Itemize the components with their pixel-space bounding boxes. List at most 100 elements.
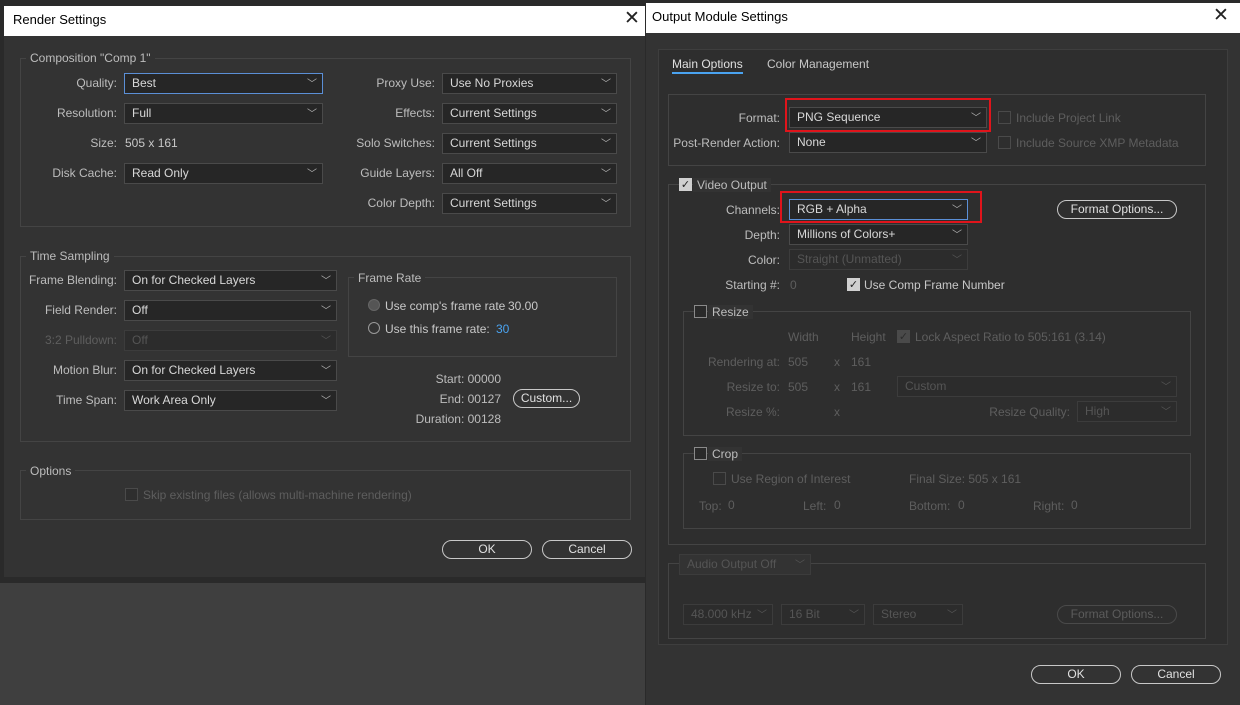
skip-existing-label: Skip existing files (allows multi-machin… [143, 488, 412, 502]
audio-rate-dropdown: 48.000 kHz ﹀ [683, 604, 773, 625]
crop-bottom-value: 0 [958, 498, 965, 512]
color-depth-dropdown[interactable]: Current Settings ﹀ [442, 193, 617, 214]
guide-layers-dropdown[interactable]: All Off ﹀ [442, 163, 617, 184]
solo-switches-label: Solo Switches: [356, 136, 435, 150]
field-render-label: Field Render: [44, 303, 117, 317]
resolution-value: Full [132, 106, 152, 120]
solo-switches-dropdown[interactable]: Current Settings ﹀ [442, 133, 617, 154]
chevron-down-icon: ﹀ [601, 109, 611, 120]
ok-button[interactable]: OK [1031, 665, 1121, 684]
guide-layers-value: All Off [450, 166, 483, 180]
use-comp-frame-number-checkbox[interactable]: ✓ [847, 278, 860, 291]
chevron-down-icon: ﹀ [757, 610, 767, 621]
depth-dropdown[interactable]: Millions of Colors+ ﹀ [789, 224, 968, 245]
guide-layers-label: Guide Layers: [360, 166, 435, 180]
lock-aspect-checkbox: ✓ [897, 330, 910, 343]
tab-main-options[interactable]: Main Options [672, 57, 743, 74]
color-depth-value: Current Settings [450, 196, 537, 210]
render-settings-dialog: Render Settings ✕ Composition "Comp 1" Q… [4, 6, 645, 577]
quality-value: Best [132, 76, 157, 90]
use-comp-rate-radio[interactable] [368, 299, 380, 311]
custom-button[interactable]: Custom... [513, 389, 580, 408]
post-render-dropdown[interactable]: None ﹀ [789, 132, 987, 153]
rendering-at-x: x [834, 355, 840, 369]
field-render-dropdown[interactable]: Off ﹀ [124, 300, 337, 321]
disk-cache-label: Disk Cache: [52, 166, 117, 180]
audio-channels-dropdown: Stereo ﹀ [873, 604, 963, 625]
height-header: Height [851, 330, 886, 344]
resize-preset-dropdown: Custom ﹀ [897, 376, 1177, 397]
crop-top-value: 0 [728, 498, 735, 512]
audio-output-value: Audio Output Off [687, 557, 777, 571]
format-dropdown[interactable]: PNG Sequence ﹀ [789, 107, 987, 128]
effects-value: Current Settings [450, 106, 537, 120]
crop-group [683, 453, 1191, 529]
proxy-use-dropdown[interactable]: Use No Proxies ﹀ [442, 73, 617, 94]
chevron-down-icon: ﹀ [601, 169, 611, 180]
chevron-down-icon: ﹀ [947, 610, 957, 621]
chevron-down-icon: ﹀ [601, 199, 611, 210]
ok-button[interactable]: OK [442, 540, 532, 559]
cancel-button[interactable]: Cancel [1131, 665, 1221, 684]
chevron-down-icon: ﹀ [601, 139, 611, 150]
close-icon[interactable]: ✕ [624, 7, 640, 30]
chevron-down-icon: ﹀ [1161, 382, 1171, 393]
crop-checkbox[interactable] [694, 447, 707, 460]
chevron-down-icon: ﹀ [307, 109, 317, 120]
format-label: Format: [738, 111, 780, 125]
color-label: Color: [747, 253, 780, 267]
frame-blending-dropdown[interactable]: On for Checked Layers ﹀ [124, 270, 337, 291]
channels-dropdown[interactable]: RGB + Alpha ﹀ [789, 199, 968, 220]
crop-top-label: Top: [699, 499, 722, 513]
crop-bottom-label: Bottom: [909, 499, 951, 513]
include-xmp-label: Include Source XMP Metadata [1016, 136, 1179, 150]
quality-dropdown[interactable]: Best ﹀ [124, 73, 323, 94]
use-roi-label: Use Region of Interest [731, 472, 851, 486]
chevron-down-icon: ﹀ [1161, 407, 1171, 418]
duration-value: Duration: 00128 [415, 412, 501, 426]
resolution-dropdown[interactable]: Full ﹀ [124, 103, 323, 124]
rendering-at-label: Rendering at: [707, 355, 780, 369]
frame-rate-label: Frame Rate [354, 271, 426, 285]
use-comp-frame-number-label: Use Comp Frame Number [864, 278, 1005, 292]
start-value: Start: 00000 [435, 372, 501, 386]
include-xmp-checkbox [998, 136, 1011, 149]
frame-rate-input[interactable]: 30 [496, 322, 509, 336]
output-module-dialog: Output Module Settings ✕ Main Options Co… [646, 3, 1240, 705]
motion-blur-label: Motion Blur: [52, 363, 117, 377]
video-output-checkbox[interactable]: ✓ [679, 178, 692, 191]
starting-label: Starting #: [725, 278, 780, 292]
video-output-label: Video Output [693, 178, 771, 192]
resize-to-width: 505 [788, 380, 809, 394]
use-this-rate-radio[interactable] [368, 322, 380, 334]
chevron-down-icon: ﹀ [952, 255, 962, 266]
resize-checkbox[interactable] [694, 305, 707, 318]
starting-value: 0 [790, 278, 797, 292]
include-project-link-label: Include Project Link [1016, 111, 1121, 125]
frame-rate-group [348, 277, 617, 357]
chevron-down-icon: ﹀ [307, 169, 317, 180]
chevron-down-icon: ﹀ [321, 306, 331, 317]
dialog-title: Output Module Settings [652, 9, 788, 24]
use-this-rate-label: Use this frame rate: [385, 322, 490, 336]
use-roi-checkbox [713, 472, 726, 485]
disk-cache-value: Read Only [132, 166, 189, 180]
cancel-button[interactable]: Cancel [542, 540, 632, 559]
disk-cache-dropdown[interactable]: Read Only ﹀ [124, 163, 323, 184]
chevron-down-icon: ﹀ [952, 230, 962, 241]
frame-blending-label: Frame Blending: [28, 273, 117, 287]
color-value: Straight (Unmatted) [797, 252, 902, 266]
close-icon[interactable]: ✕ [1213, 4, 1229, 27]
time-span-dropdown[interactable]: Work Area Only ﹀ [124, 390, 337, 411]
audio-bits-value: 16 Bit [789, 607, 820, 621]
audio-format-options-button: Format Options... [1057, 605, 1177, 624]
audio-channels-value: Stereo [881, 607, 917, 621]
effects-dropdown[interactable]: Current Settings ﹀ [442, 103, 617, 124]
options-group-label: Options [26, 464, 76, 478]
tab-color-management[interactable]: Color Management [767, 57, 869, 71]
chevron-down-icon: ﹀ [971, 113, 981, 124]
chevron-down-icon: ﹀ [321, 396, 331, 407]
lock-aspect-label: Lock Aspect Ratio to 505:161 (3.14) [915, 330, 1106, 344]
format-options-button[interactable]: Format Options... [1057, 200, 1177, 219]
motion-blur-dropdown[interactable]: On for Checked Layers ﹀ [124, 360, 337, 381]
